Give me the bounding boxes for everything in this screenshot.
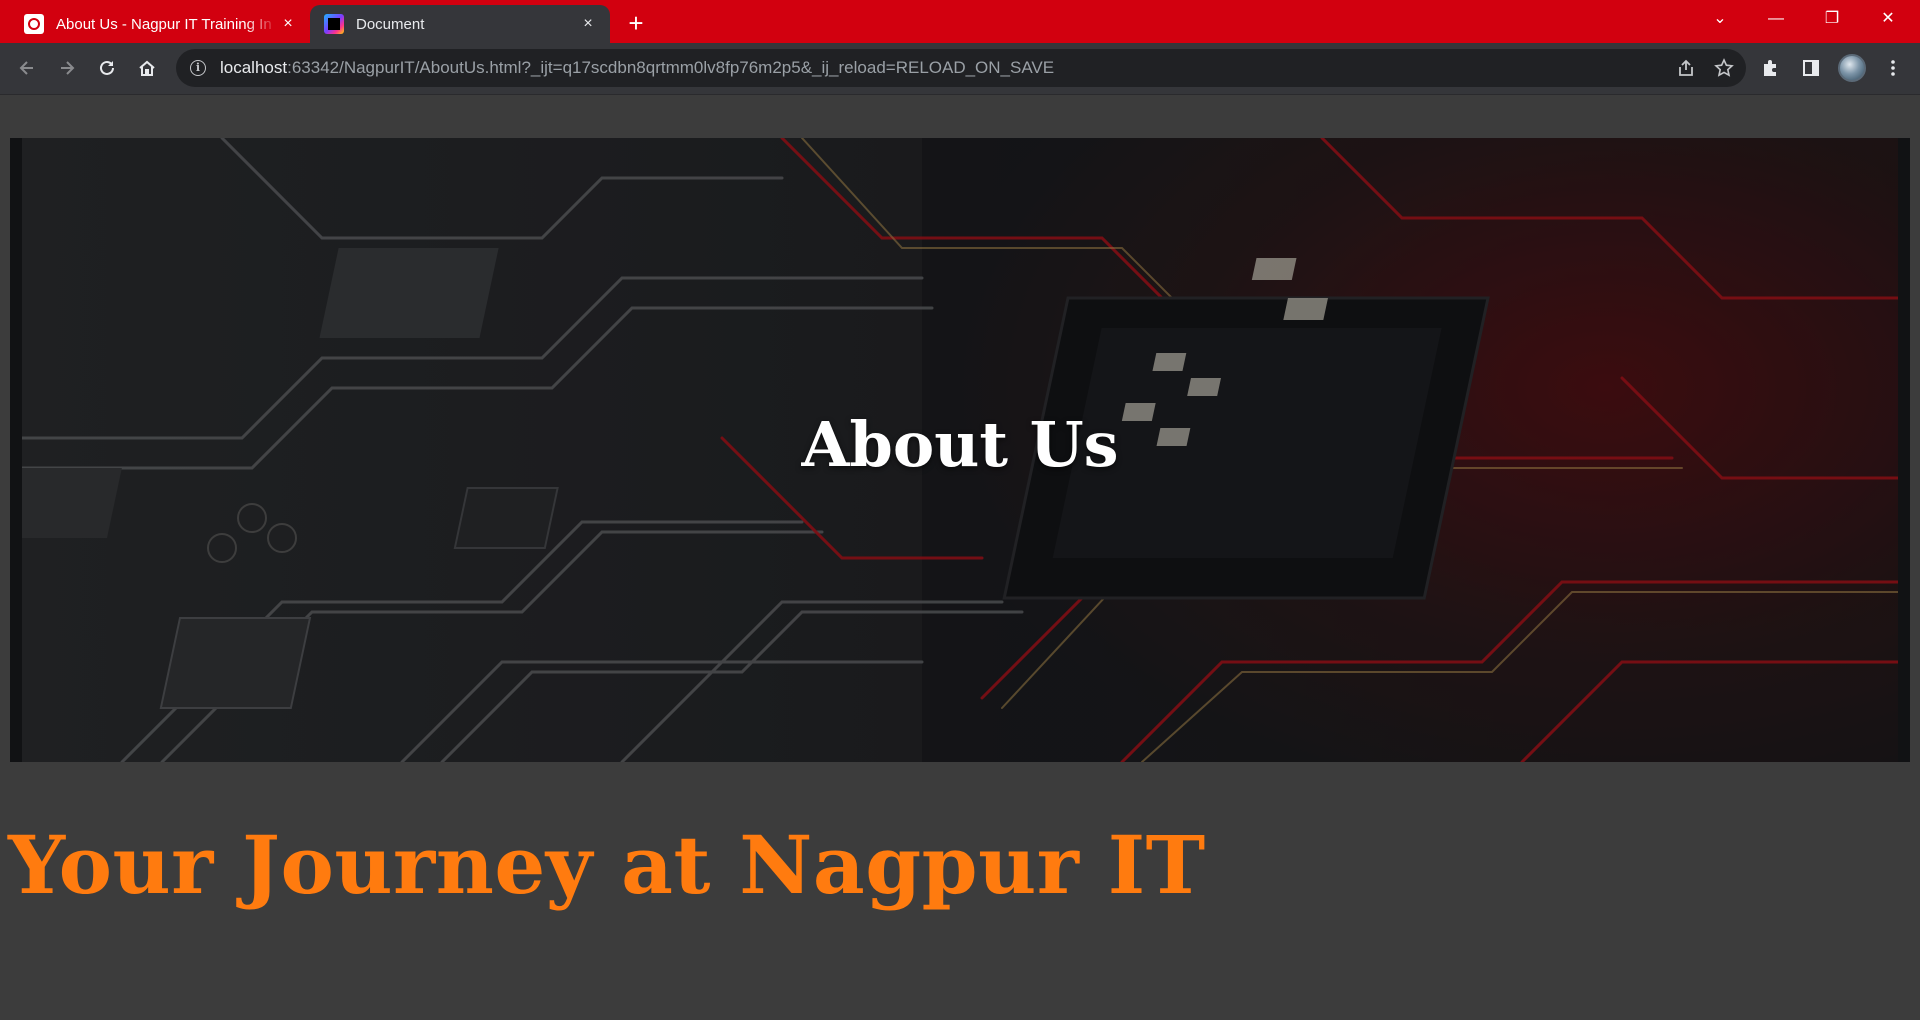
new-tab-button[interactable]: +: [620, 8, 652, 38]
url-text[interactable]: localhost:63342/NagpurIT/AboutUs.html?_i…: [220, 58, 1054, 78]
tab-close-icon[interactable]: ×: [278, 15, 298, 33]
tab-document[interactable]: Document ×: [310, 5, 610, 43]
hero-banner: About Us: [10, 138, 1910, 762]
tab-strip: About Us - Nagpur IT Training In × Docum…: [0, 0, 1920, 43]
hero-title: About Us: [801, 408, 1119, 481]
arrow-left-icon: [19, 61, 33, 75]
profile-avatar[interactable]: [1838, 54, 1866, 82]
reload-icon: [100, 60, 114, 75]
restore-button[interactable]: ❐: [1804, 0, 1860, 38]
webstorm-favicon-icon: [324, 14, 344, 34]
page-heading: Your Journey at Nagpur IT: [8, 818, 1206, 912]
extensions-button[interactable]: [1754, 51, 1788, 85]
home-icon: [139, 60, 155, 76]
forward-button[interactable]: [50, 51, 84, 85]
tab-search-icon[interactable]: ⌄: [1692, 0, 1748, 38]
home-button[interactable]: [130, 51, 164, 85]
menu-button[interactable]: [1876, 51, 1910, 85]
back-button[interactable]: [10, 51, 44, 85]
reload-button[interactable]: [90, 51, 124, 85]
window-close-button[interactable]: ✕: [1860, 0, 1916, 38]
share-icon[interactable]: [1676, 58, 1696, 78]
kebab-menu-icon: [1891, 60, 1895, 76]
puzzle-icon: [1764, 60, 1776, 76]
arrow-right-icon: [61, 61, 75, 75]
tab-title: About Us - Nagpur IT Training In: [56, 15, 272, 33]
tab-title: Document: [356, 15, 425, 33]
star-icon[interactable]: [1714, 58, 1734, 78]
tab-about-us[interactable]: About Us - Nagpur IT Training In ×: [10, 5, 310, 43]
address-bar[interactable]: i localhost:63342/NagpurIT/AboutUs.html?…: [176, 49, 1746, 87]
side-panel-button[interactable]: [1794, 51, 1828, 85]
tab-close-icon[interactable]: ×: [578, 15, 598, 33]
site-favicon-icon: [24, 14, 44, 34]
browser-toolbar: i localhost:63342/NagpurIT/AboutUs.html?…: [0, 43, 1920, 95]
minimize-button[interactable]: —: [1748, 0, 1804, 38]
info-icon[interactable]: i: [190, 60, 206, 76]
side-panel-icon: [1803, 60, 1819, 76]
